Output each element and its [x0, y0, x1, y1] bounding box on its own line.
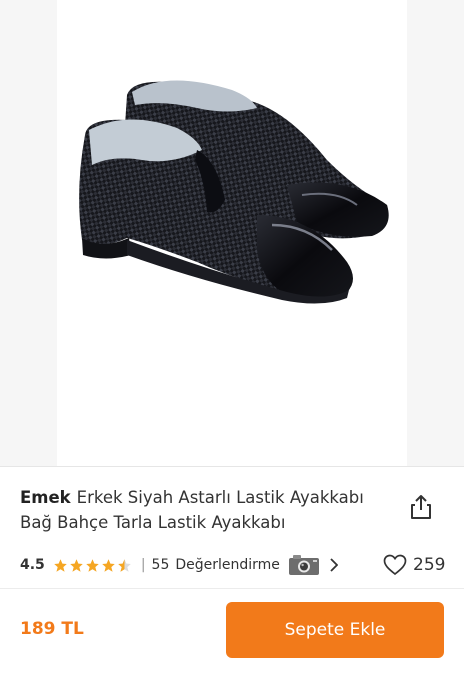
star-icon — [70, 558, 83, 572]
add-to-cart-button[interactable]: Sepete Ekle — [226, 602, 444, 658]
rating-stars — [53, 558, 133, 573]
divider — [0, 588, 464, 589]
star-icon — [86, 558, 99, 572]
star-icon — [102, 558, 115, 572]
review-label: Değerlendirme — [175, 557, 280, 573]
product-name: Erkek Siyah Astarlı Lastik Ayakkabı Bağ … — [20, 488, 364, 532]
chevron-right-icon — [330, 558, 338, 572]
camera-icon — [288, 554, 320, 576]
shoe-illustration — [79, 80, 389, 304]
heart-icon — [383, 554, 407, 576]
share-button[interactable] — [406, 491, 436, 523]
brand-name[interactable]: Emek — [20, 488, 71, 507]
separator: | — [140, 557, 146, 573]
favorite-count: 259 — [413, 555, 446, 575]
star-icon — [54, 558, 67, 572]
product-title: Emek Erkek Siyah Astarlı Lastik Ayakkabı … — [20, 485, 390, 535]
favorite-button[interactable]: 259 — [383, 550, 445, 580]
rating-value: 4.5 — [20, 557, 45, 573]
price: 189 TL — [20, 619, 84, 639]
rating-row[interactable]: 4.5 | 55 Değerlendirme — [20, 550, 338, 580]
product-image[interactable] — [57, 0, 407, 466]
star-half-icon — [118, 558, 131, 572]
divider — [0, 466, 464, 467]
product-image-area — [0, 0, 464, 466]
review-count: 55 — [151, 557, 170, 573]
share-icon — [411, 495, 431, 519]
